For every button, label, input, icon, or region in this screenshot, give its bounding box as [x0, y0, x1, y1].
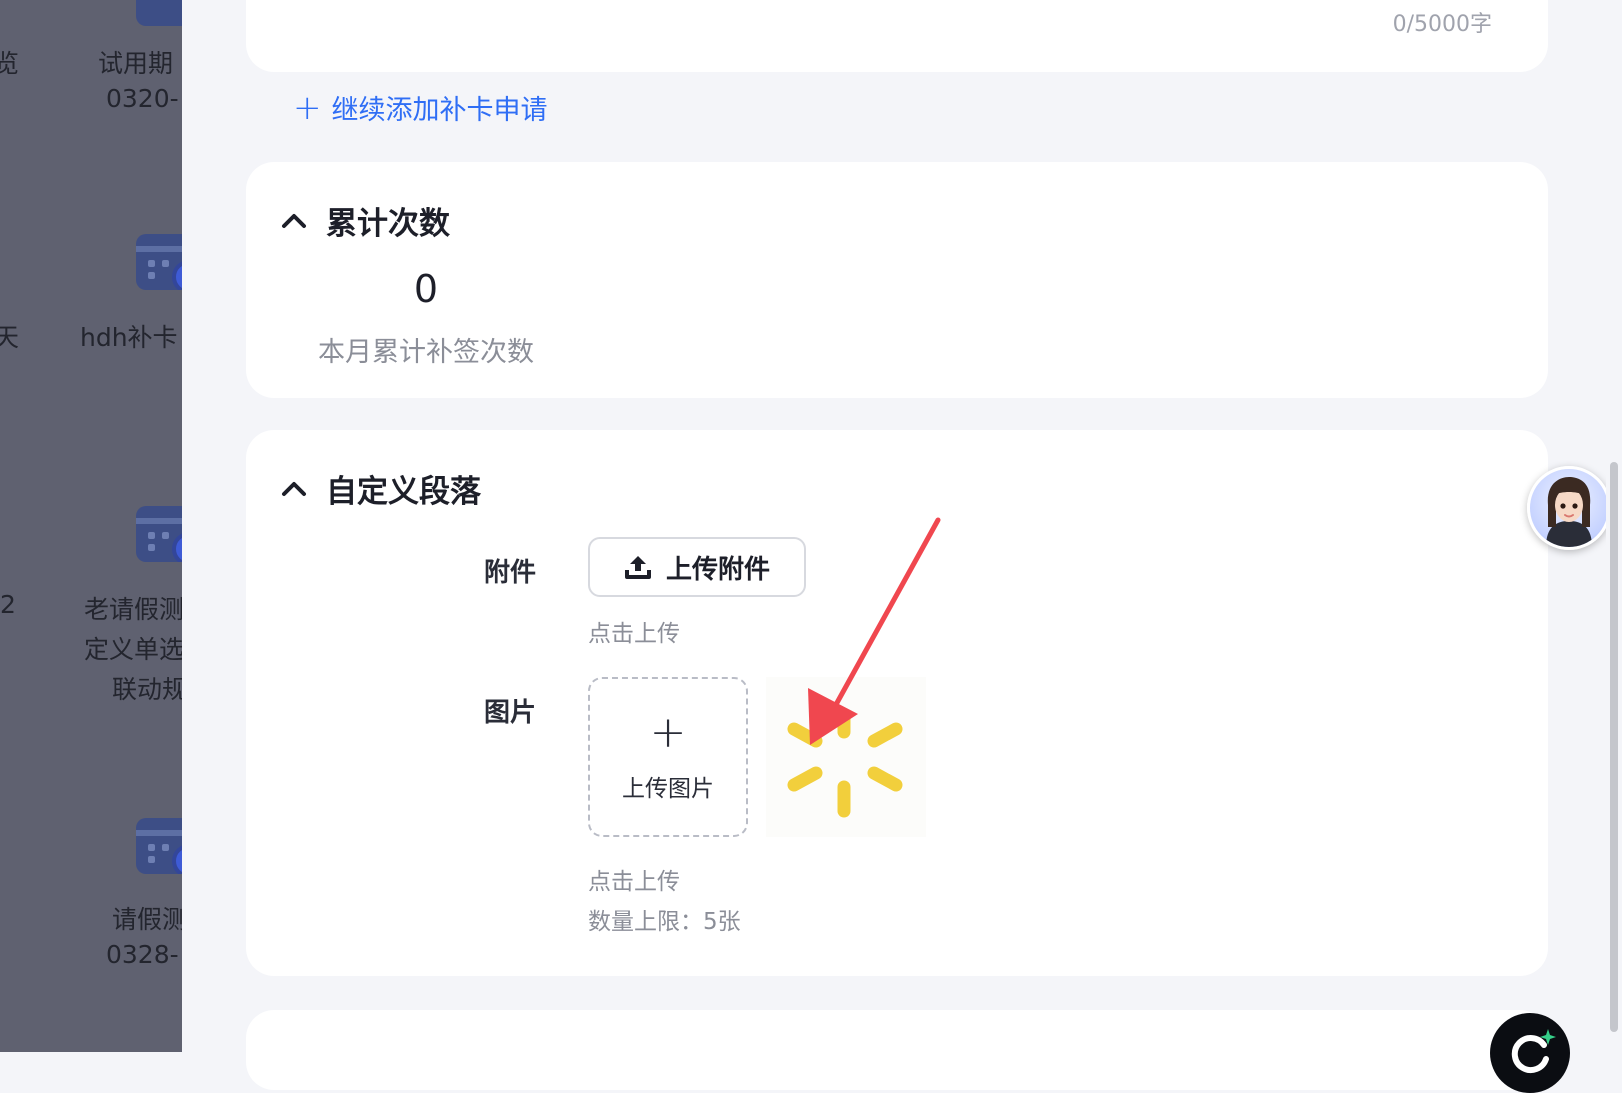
- next-card: [246, 1010, 1548, 1090]
- bg-app-icon: [136, 0, 182, 26]
- section-header-cumulative[interactable]: 累计次数: [280, 198, 450, 243]
- remark-card: 0/5000字: [246, 0, 1548, 72]
- calendar-icon: [136, 818, 182, 874]
- char-counter: 0/5000字: [1392, 12, 1492, 37]
- calendar-icon: [136, 234, 182, 290]
- section-title: 累计次数: [326, 206, 450, 242]
- image-thumbnail[interactable]: [766, 677, 926, 837]
- bg-item-title: hdh补卡: [80, 323, 178, 352]
- bg-item-title-line: 定义单选: [84, 635, 182, 664]
- plus-icon: +: [293, 87, 322, 128]
- bg-item-subtitle: 0320-: [106, 84, 179, 113]
- chevron-up-icon: [282, 481, 306, 496]
- upload-icon: [624, 556, 651, 579]
- section-title: 自定义段落: [326, 474, 481, 510]
- bg-item-title-line: 联动规: [112, 675, 182, 704]
- assistant-avatar[interactable]: [1527, 466, 1611, 550]
- upload-image-button[interactable]: + 上传图片: [588, 677, 748, 837]
- plus-icon: +: [649, 707, 687, 758]
- upload-attachment-button[interactable]: 上传附件: [588, 537, 806, 597]
- bg-text-fragment: 2: [0, 590, 16, 619]
- image-limit: 数量上限：5张: [588, 909, 741, 935]
- bg-text-fragment: 览: [0, 49, 20, 78]
- bg-item-title: 试用期: [98, 49, 174, 78]
- background-page: 览 试用期 0320- 天 hdh补卡 2 老请假测 定义单选 联动规 请假测 …: [0, 0, 182, 1052]
- cumulative-caption: 本月累计补签次数: [318, 337, 534, 368]
- cumulative-value: 0: [413, 267, 439, 311]
- calendar-icon: [136, 506, 182, 562]
- attachment-label: 附件: [483, 558, 536, 588]
- avatar-icon: [1546, 477, 1592, 547]
- ai-assistant-icon: [1511, 1029, 1556, 1074]
- form-panel: 0/5000字 + 继续添加补卡申请 累计次数 0 本月累计补签次数 自定义段落…: [182, 0, 1622, 1090]
- bg-item-title: 请假测: [112, 905, 182, 934]
- upload-image-label: 上传图片: [622, 776, 714, 802]
- image-hint: 点击上传: [588, 869, 680, 895]
- attachment-hint: 点击上传: [588, 621, 680, 647]
- scrollbar-thumb[interactable]: [1610, 462, 1618, 1032]
- cumulative-card: 累计次数 0 本月累计补签次数: [246, 162, 1548, 398]
- upload-attachment-label: 上传附件: [665, 554, 770, 585]
- custom-section-card: 自定义段落 附件 上传附件 点击上传 图片 + 上传图片 点击上传 数量上限：5…: [246, 430, 1548, 976]
- bg-item-subtitle: 0328-: [106, 940, 179, 969]
- section-header-custom[interactable]: 自定义段落: [280, 466, 481, 511]
- image-label: 图片: [483, 698, 536, 728]
- spark-logo-image: [787, 708, 903, 818]
- add-more-button[interactable]: + 继续添加补卡申请: [293, 88, 548, 127]
- bg-text-fragment: 天: [0, 323, 20, 352]
- ai-assistant-button[interactable]: [1490, 1013, 1570, 1093]
- bg-item-title-line: 老请假测: [84, 595, 182, 624]
- add-more-label: 继续添加补卡申请: [331, 95, 548, 126]
- chevron-up-icon: [282, 213, 306, 228]
